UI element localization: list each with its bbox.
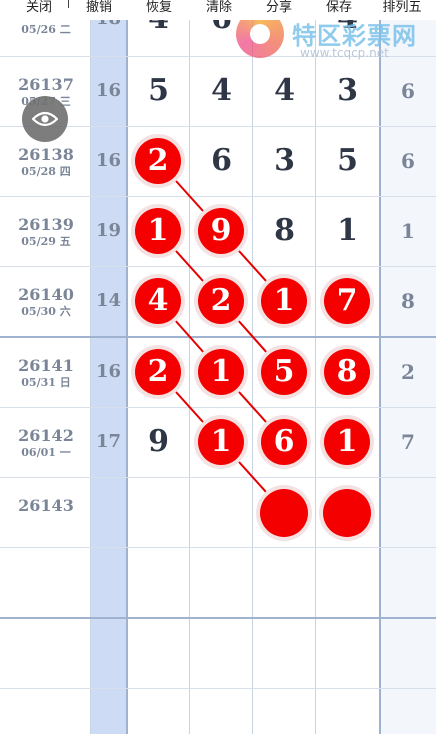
watermark-url: www.tcqcp.net: [300, 46, 389, 60]
eye-icon: [32, 111, 58, 127]
share-button[interactable]: 分享: [256, 0, 302, 20]
undo-button[interactable]: 撤销: [76, 0, 122, 20]
clear-button[interactable]: 清除: [196, 0, 242, 20]
ball-marker[interactable]: 9: [198, 208, 244, 254]
ball-marker[interactable]: 2: [135, 138, 181, 184]
ball-marker[interactable]: 7: [324, 278, 370, 324]
ball-marker[interactable]: 8: [324, 349, 370, 395]
lottery-type-button[interactable]: 排列五: [376, 0, 428, 20]
save-button[interactable]: 保存: [316, 0, 362, 20]
lottery-trend-chart: 05/26 二 18 4 6 4 26137 05/27 三 16 5 4 4 …: [0, 0, 436, 734]
ball-marker[interactable]: 2: [198, 278, 244, 324]
top-toolbar: 关闭 撤销 恢复 清除 分享 保存 排列五: [0, 0, 436, 20]
toolbar-divider: [68, 0, 69, 8]
ball-marker[interactable]: 5: [261, 349, 307, 395]
ball-marker[interactable]: 1: [261, 278, 307, 324]
ball-marker[interactable]: 1: [324, 419, 370, 465]
ball-marker[interactable]: 1: [198, 349, 244, 395]
redo-button[interactable]: 恢复: [136, 0, 182, 20]
ball-marker[interactable]: 1: [198, 419, 244, 465]
ball-marker-empty[interactable]: [260, 489, 308, 537]
ball-marker[interactable]: 6: [261, 419, 307, 465]
ball-marker-empty[interactable]: [323, 489, 371, 537]
visibility-toggle-button[interactable]: [22, 96, 68, 142]
ball-marker[interactable]: 4: [135, 278, 181, 324]
ball-marker[interactable]: 1: [135, 208, 181, 254]
close-button[interactable]: 关闭: [14, 0, 64, 20]
ball-marker[interactable]: 2: [135, 349, 181, 395]
